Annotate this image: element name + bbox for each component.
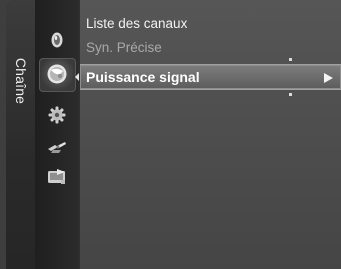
scroll-down-indicator xyxy=(289,93,292,96)
category-label-box: Chaîne xyxy=(8,56,34,106)
menu-item-channel-list[interactable]: Liste des canaux xyxy=(80,10,341,36)
menu-panel: Liste des canaux Syn. Précise Puissance … xyxy=(80,0,341,269)
menu-item-signal-strength[interactable]: Puissance signal xyxy=(80,64,341,90)
menu-item-label: Puissance signal xyxy=(86,69,200,85)
scroll-up-indicator xyxy=(289,58,292,61)
tv-osd-menu: Chaîne Liste des canaux Syn. Précise Pui… xyxy=(6,0,341,269)
satellite-icon[interactable] xyxy=(35,130,78,164)
menu-item-label: Liste des canaux xyxy=(86,15,188,31)
input-icon[interactable] xyxy=(35,23,78,57)
menu-item-label: Syn. Précise xyxy=(86,39,162,55)
category-label: Chaîne xyxy=(13,57,30,105)
arrow-right-icon xyxy=(324,73,333,83)
category-tab: Chaîne xyxy=(6,0,35,269)
support-icon[interactable] xyxy=(35,160,78,194)
selection-pointer-icon xyxy=(75,73,79,81)
settings-gear-icon[interactable] xyxy=(35,98,78,132)
menu-item-fine-tune: Syn. Précise xyxy=(80,34,341,60)
antenna-dish-icon[interactable] xyxy=(35,57,78,92)
icon-sidebar xyxy=(35,0,78,269)
